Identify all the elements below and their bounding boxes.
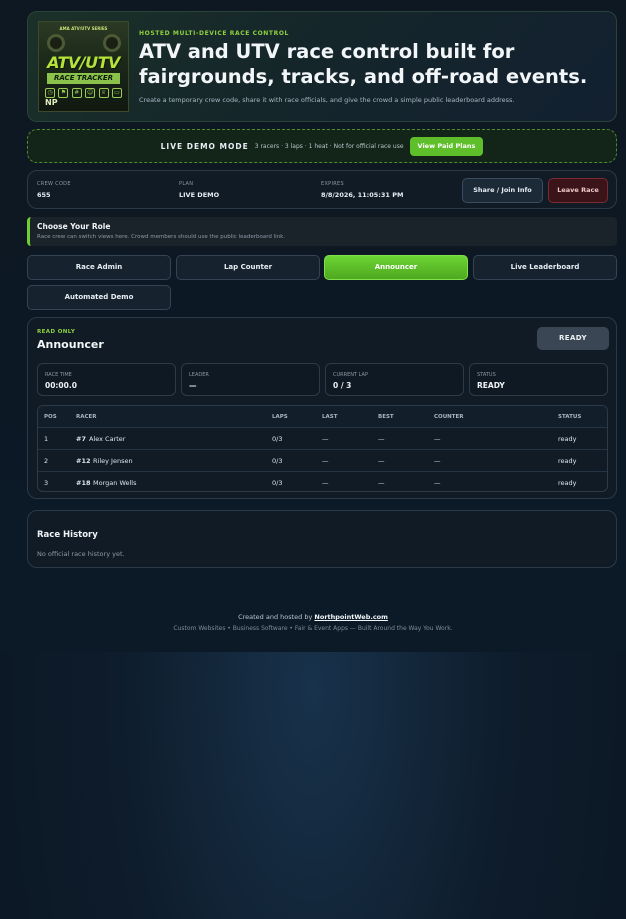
- stat-race-time: RACE TIME 00:00.0: [37, 363, 176, 396]
- expires: EXPIRES 8/8/2026, 11:05:31 PM: [321, 181, 404, 199]
- row-best: —: [378, 457, 385, 465]
- table-header: POS RACER LAPS LAST BEST COUNTER STATUS: [38, 406, 607, 428]
- logo-brand: NP: [45, 98, 58, 107]
- row-best: —: [378, 479, 385, 487]
- flag-icon: ⚑: [58, 88, 69, 98]
- racer-number: #7: [76, 435, 86, 443]
- row-pos: 3: [44, 479, 49, 487]
- logo-title: ATV/UTV: [47, 53, 120, 72]
- row-status: ready: [558, 457, 577, 465]
- page-title: ATV and UTV race control built for fairg…: [139, 40, 588, 88]
- row-laps: 0/3: [272, 457, 283, 465]
- row-counter: —: [434, 435, 441, 443]
- history-title: Race History: [37, 530, 98, 540]
- announcer-panel: READ ONLY Announcer READY RACE TIME 00:0…: [27, 317, 617, 499]
- race-history-panel: Race History No official race history ye…: [27, 510, 617, 568]
- footer-prefix: Created and hosted by: [238, 613, 315, 621]
- col-counter: COUNTER: [434, 414, 464, 420]
- race-tracker-logo: AMA ATV/UTV SERIES ATV/UTV RACE TRACKER …: [38, 21, 129, 112]
- table-row[interactable]: 1 #7 Alex Carter 0/3 — — — ready: [38, 427, 607, 449]
- logo-top-text: AMA ATV/UTV SERIES: [59, 26, 108, 31]
- stat-status: STATUS READY: [469, 363, 608, 396]
- row-pos: 1: [44, 435, 49, 443]
- wheel-icon: [103, 34, 121, 52]
- share-join-info-button[interactable]: Share / Join Info: [462, 178, 543, 203]
- tab-announcer[interactable]: Announcer: [324, 255, 468, 280]
- row-status: ready: [558, 435, 577, 443]
- stat-leader: LEADER —: [181, 363, 320, 396]
- logo-icon-row: ◷ ⚑ # ☺ ♕ ▭: [45, 88, 122, 98]
- wheel-icon: [47, 34, 65, 52]
- trophy-icon: ♕: [98, 88, 109, 98]
- row-laps: 0/3: [272, 479, 283, 487]
- row-last: —: [322, 457, 329, 465]
- role-title: Choose Your Role: [37, 222, 111, 231]
- table-row[interactable]: 2 #12 Riley Jensen 0/3 — — — ready: [38, 449, 607, 471]
- row-best: —: [378, 435, 385, 443]
- col-status: STATUS: [558, 414, 582, 420]
- racer-name: Alex Carter: [89, 435, 126, 443]
- racer-number: #12: [76, 457, 91, 465]
- row-status: ready: [558, 479, 577, 487]
- table-row[interactable]: 3 #18 Morgan Wells 0/3 — — — ready: [38, 471, 607, 491]
- users-icon: ☺: [85, 88, 96, 98]
- tab-automated-demo[interactable]: Automated Demo: [27, 285, 171, 310]
- counter-icon: #: [71, 88, 82, 98]
- logo-subtitle: RACE TRACKER: [47, 73, 120, 84]
- crew-code: CREW CODE 655: [37, 181, 71, 199]
- footer-tagline: Custom Websites • Business Software • Fa…: [173, 625, 453, 632]
- hero-kicker: HOSTED MULTI-DEVICE RACE CONTROL: [139, 30, 289, 37]
- col-pos: POS: [44, 414, 57, 420]
- hero-subtitle: Create a temporary crew code, share it w…: [139, 96, 515, 104]
- col-laps: LAPS: [272, 414, 288, 420]
- tab-lap-counter[interactable]: Lap Counter: [176, 255, 320, 280]
- row-last: —: [322, 479, 329, 487]
- demo-mode-info: 3 racers · 3 laps · 1 heat · Not for off…: [254, 142, 404, 150]
- announcer-title: Announcer: [37, 338, 104, 351]
- screen-icon: ▭: [111, 88, 122, 98]
- racer-number: #18: [76, 479, 91, 487]
- clock-icon: ◷: [45, 88, 55, 98]
- row-laps: 0/3: [272, 435, 283, 443]
- demo-mode-label: LIVE DEMO MODE: [160, 141, 249, 151]
- racer-table: POS RACER LAPS LAST BEST COUNTER STATUS …: [37, 405, 608, 492]
- tab-live-leaderboard[interactable]: Live Leaderboard: [473, 255, 617, 280]
- col-last: LAST: [322, 414, 338, 420]
- tab-race-admin[interactable]: Race Admin: [27, 255, 171, 280]
- read-only-badge: READ ONLY: [37, 329, 76, 335]
- row-counter: —: [434, 457, 441, 465]
- demo-mode-banner: LIVE DEMO MODE 3 racers · 3 laps · 1 hea…: [27, 129, 617, 163]
- racer-name: Riley Jensen: [93, 457, 133, 465]
- row-counter: —: [434, 479, 441, 487]
- choose-role-section: Choose Your Role Race crew can switch vi…: [27, 217, 617, 246]
- view-paid-plans-button[interactable]: View Paid Plans: [409, 136, 484, 156]
- history-empty-text: No official race history yet.: [37, 550, 125, 558]
- role-subtitle: Race crew can switch views here. Crowd m…: [37, 234, 286, 240]
- crew-info-bar: CREW CODE 655 PLAN LIVE DEMO EXPIRES 8/8…: [27, 170, 617, 209]
- row-last: —: [322, 435, 329, 443]
- leave-race-button[interactable]: Leave Race: [548, 178, 608, 203]
- col-racer: RACER: [76, 414, 97, 420]
- northpoint-link[interactable]: NorthpointWeb.com: [314, 613, 388, 621]
- hero-banner: AMA ATV/UTV SERIES ATV/UTV RACE TRACKER …: [27, 11, 617, 122]
- racer-name: Morgan Wells: [93, 479, 137, 487]
- status-badge: READY: [537, 327, 609, 350]
- row-pos: 2: [44, 457, 49, 465]
- footer-credit: Created and hosted by NorthpointWeb.com: [0, 613, 626, 621]
- plan: PLAN LIVE DEMO: [179, 181, 220, 199]
- stat-current-lap: CURRENT LAP 0 / 3: [325, 363, 464, 396]
- col-best: BEST: [378, 414, 394, 420]
